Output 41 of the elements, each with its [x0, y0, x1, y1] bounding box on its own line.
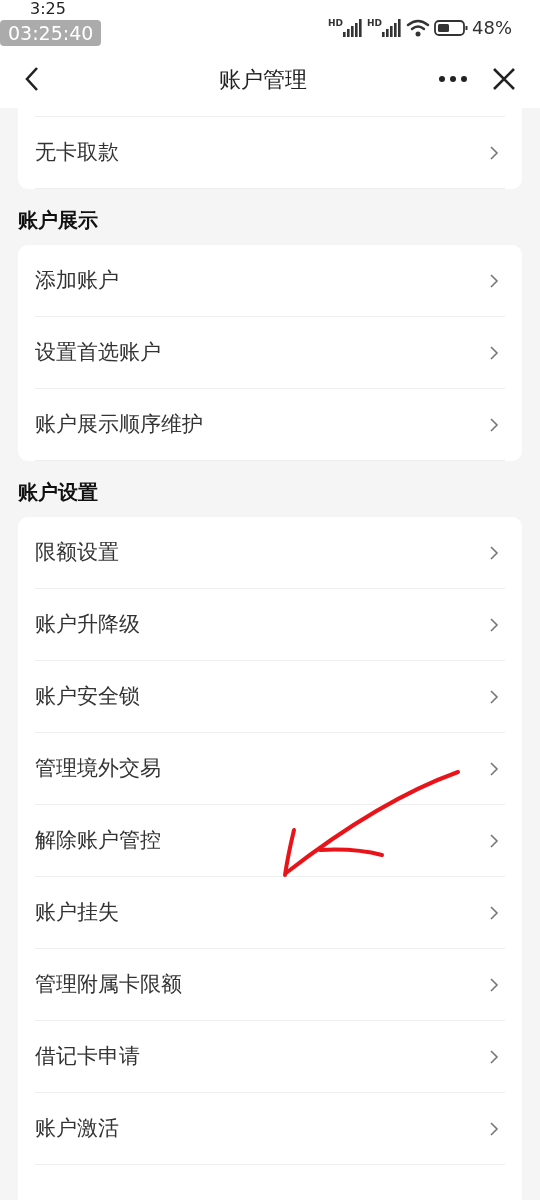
section-title: 账户展示: [17, 207, 99, 234]
menu-item[interactable]: 账户安全锁: [35, 661, 505, 733]
chevron-icon: [489, 616, 499, 633]
more-icon[interactable]: [438, 75, 468, 83]
chevron-icon: [489, 904, 499, 921]
network-type-label: HD: [327, 18, 343, 28]
menu-item[interactable]: 账户升降级: [35, 589, 505, 661]
recording-timestamp: 03:25:40: [0, 20, 102, 46]
menu-item[interactable]: 管理附属卡限额: [35, 949, 505, 1021]
chevron-icon: [489, 272, 499, 289]
menu-item[interactable]: 添加账户: [35, 245, 505, 317]
battery-icon: [434, 18, 468, 37]
signal-icon: [382, 18, 402, 37]
status-time: 3:25: [30, 0, 66, 18]
menu-item[interactable]: 账户激活: [35, 1093, 505, 1165]
menu-item[interactable]: 账户展示顺序维护: [35, 389, 505, 461]
chevron-icon: [489, 416, 499, 433]
chevron-icon: [489, 544, 499, 561]
menu-item[interactable]: 设置首选账户: [35, 317, 505, 389]
menu-item[interactable]: 限额设置: [35, 517, 505, 589]
wifi-icon: [406, 17, 430, 38]
menu-item[interactable]: 借记卡申请: [35, 1021, 505, 1093]
chevron-icon: [489, 832, 499, 849]
section-title: 账户设置: [17, 479, 99, 506]
signal-icon: [342, 18, 363, 37]
menu-item[interactable]: 管理境外交易: [35, 733, 505, 805]
back-icon[interactable]: [24, 66, 40, 92]
chevron-icon: [489, 144, 499, 161]
chevron-icon: [489, 1120, 499, 1137]
chevron-icon: [489, 976, 499, 993]
page-title: 账户管理: [219, 65, 307, 94]
chevron-icon: [489, 1048, 499, 1065]
close-icon[interactable]: [492, 67, 516, 91]
menu-item[interactable]: 解除账户管控: [35, 805, 505, 877]
battery-percent: 48%: [472, 16, 512, 40]
chevron-icon: [489, 344, 499, 361]
menu-item[interactable]: 账户挂失: [35, 877, 505, 949]
menu-item[interactable]: 无卡取款: [35, 117, 505, 189]
network-type-label: HD: [366, 18, 382, 28]
chevron-icon: [489, 688, 499, 705]
chevron-icon: [489, 760, 499, 777]
